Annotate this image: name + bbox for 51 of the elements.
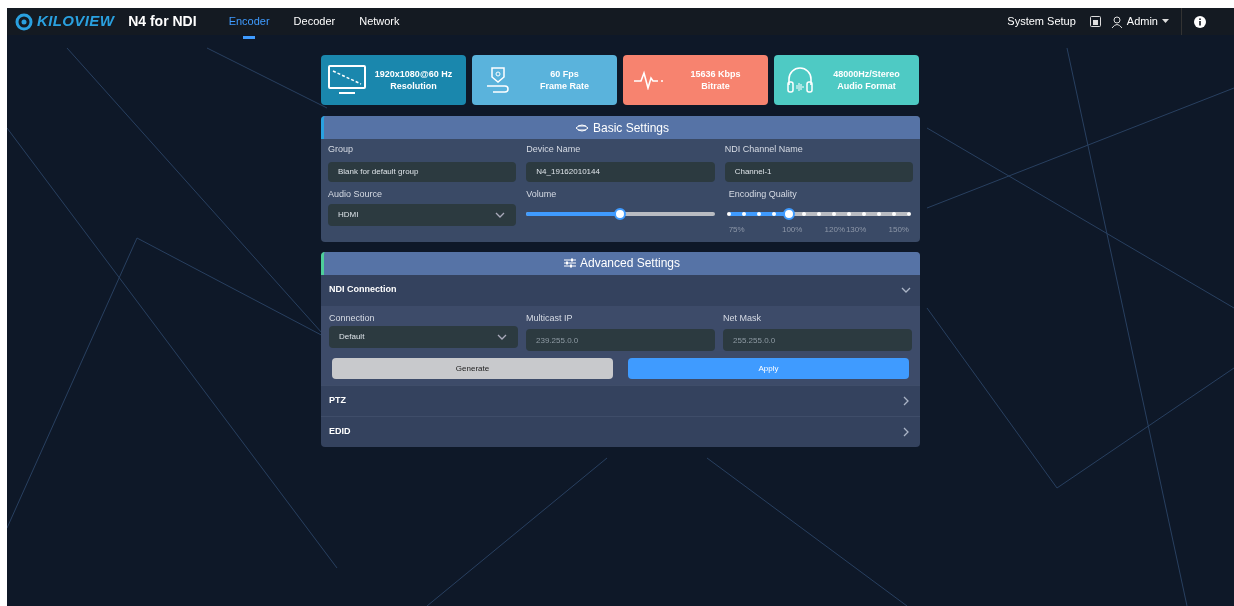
accordion-header[interactable]: EDID (321, 416, 920, 447)
id-card-icon[interactable] (1089, 16, 1101, 27)
tick-label: 100% (781, 223, 803, 236)
status-label: Frame Rate (540, 80, 589, 92)
product-name: N4 for NDI (128, 12, 197, 31)
monitor-icon (327, 65, 367, 95)
field-label: NDI Channel Name (724, 143, 804, 156)
text-field[interactable]: Channel-1 (724, 161, 913, 182)
dropdown[interactable]: Default (329, 325, 518, 348)
field-label: Device Name (526, 143, 582, 156)
tick-label: 150% (888, 223, 909, 236)
eye-icon (574, 122, 589, 133)
status-value: 48000Hz/Stereo (833, 68, 900, 80)
tick-label: 75% (728, 223, 745, 236)
panel-title: Advanced Settings (579, 255, 681, 272)
dropdown[interactable]: HDMI (328, 203, 517, 226)
generate-button[interactable]: Generate (332, 358, 613, 379)
status-label: Resolution (390, 80, 437, 92)
status-label: Bitrate (701, 80, 730, 92)
nav-tab[interactable]: Network (359, 8, 400, 35)
panel-title: Basic Settings (592, 119, 669, 137)
field-label: Connection (329, 311, 376, 325)
field-label: Group (328, 143, 354, 156)
user-icon (1110, 15, 1123, 28)
sliders-icon (563, 258, 576, 268)
nav-tab[interactable]: Decoder (293, 8, 336, 35)
caret-icon (1162, 19, 1169, 24)
accordion-header[interactable]: PTZ (321, 385, 920, 416)
status-value: 15636 Kbps (690, 68, 741, 80)
system-setup-link[interactable]: System Setup (1007, 13, 1076, 30)
status-label: Audio Format (837, 80, 896, 92)
tick-label: 130% (845, 223, 867, 236)
slider-thumb[interactable] (614, 207, 627, 220)
text-field[interactable]: N4_19162010144 (526, 161, 715, 182)
tick-label: 120% (824, 223, 846, 236)
text-field[interactable]: 239.255.0.0 (526, 329, 715, 351)
text-field[interactable]: Blank for default group (328, 161, 517, 182)
info-icon[interactable] (1194, 15, 1206, 28)
field-label: Multicast IP (526, 311, 574, 325)
status-value: 1920x1080@60 Hz (374, 68, 453, 80)
field-label: Volume (526, 187, 558, 201)
brand-logo: KILOVIEW (37, 11, 115, 32)
text-field[interactable]: 255.255.0.0 (723, 329, 912, 351)
user-menu[interactable]: Admin (1110, 13, 1169, 30)
logo-icon (15, 12, 33, 31)
status-value: 60 Fps (550, 68, 579, 80)
field-label: Audio Source (328, 187, 384, 201)
field-label: Encoding Quality (728, 187, 798, 201)
accordion-header[interactable]: NDI Connection (321, 274, 920, 306)
field-label: Net Mask (723, 311, 762, 325)
slider-thumb[interactable] (782, 207, 795, 220)
